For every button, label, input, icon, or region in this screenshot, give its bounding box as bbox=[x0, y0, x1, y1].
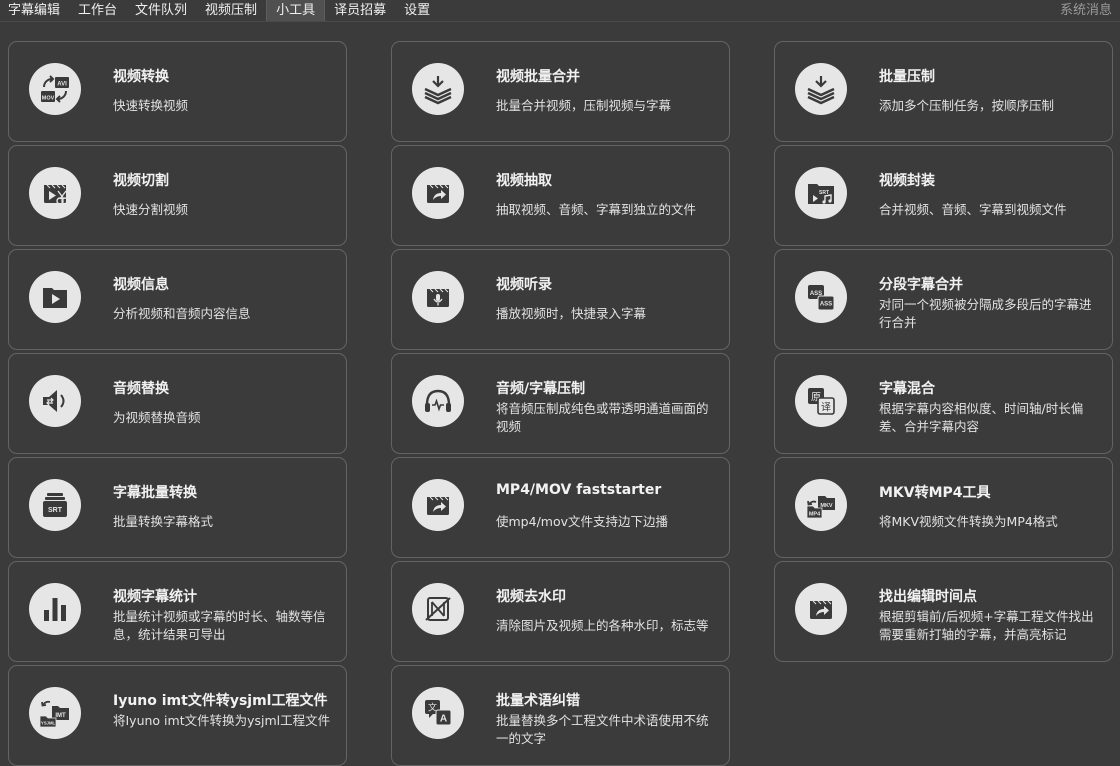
menu-item-5[interactable]: 译员招募 bbox=[325, 0, 395, 21]
tool-description: 批量统计视频或字幕的时长、轴数等信息，统计结果可导出 bbox=[113, 609, 326, 642]
tool-title: 找出编辑时间点 bbox=[879, 589, 977, 605]
tool-title: 视频字幕统计 bbox=[113, 589, 197, 605]
tool-card[interactable]: 视频听录播放视频时，快捷录入字幕 bbox=[391, 249, 730, 350]
tool-card[interactable]: 视频去水印清除图片及视频上的各种水印，标志等 bbox=[391, 561, 730, 662]
bar-chart-icon bbox=[29, 583, 81, 635]
tool-title: 视频转换 bbox=[113, 69, 169, 85]
menu-item-4[interactable]: 小工具 bbox=[266, 0, 326, 21]
tool-title: 视频切割 bbox=[113, 173, 169, 189]
tool-description: 将MKV视频文件转换为MP4格式 bbox=[879, 514, 1058, 529]
tool-card[interactable]: 批量压制添加多个压制任务，按顺序压制 bbox=[774, 41, 1113, 142]
menu-item-1[interactable]: 工作台 bbox=[69, 0, 126, 21]
tool-card[interactable]: 视频切割快速分割视频 bbox=[8, 145, 347, 246]
mkv-mp4-icon: MKV MP4 bbox=[795, 479, 847, 531]
menu-bar: 字幕编辑 工作台 文件队列 视频压制 小工具 译员招募 设置 bbox=[0, 0, 1120, 22]
svg-text:ASS: ASS bbox=[820, 302, 832, 308]
video-info-icon bbox=[29, 271, 81, 323]
tool-description: 将Iyuno imt文件转换为ysjml工程文件 bbox=[113, 713, 331, 728]
video-convert-icon: AVI MOV bbox=[29, 63, 81, 115]
tool-description: 清除图片及视频上的各种水印，标志等 bbox=[496, 618, 709, 633]
tool-card[interactable]: SRT 字幕批量转换批量转换字幕格式 bbox=[8, 457, 347, 558]
translate-mix-icon: 原 译 bbox=[795, 375, 847, 427]
tool-title: 视频封装 bbox=[879, 173, 935, 189]
video-mux-icon: SRT bbox=[795, 167, 847, 219]
tool-description: 将音频压制成纯色或带透明通道画面的视频 bbox=[496, 401, 709, 434]
watermark-remove-icon bbox=[412, 583, 464, 635]
tool-title: 视频批量合并 bbox=[496, 69, 580, 85]
tool-description: 快速转换视频 bbox=[113, 98, 189, 113]
svg-text:MOV: MOV bbox=[42, 96, 55, 102]
tool-card[interactable]: 音频/字幕压制将音频压制成纯色或带透明通道画面的视频 bbox=[391, 353, 730, 454]
speaker-swap-icon bbox=[29, 375, 81, 427]
tool-card[interactable]: MKV MP4 MKV转MP4工具将MKV视频文件转换为MP4格式 bbox=[774, 457, 1113, 558]
tool-title: 批量压制 bbox=[879, 69, 935, 85]
tool-title: 字幕混合 bbox=[879, 381, 935, 397]
tool-card[interactable]: 找出编辑时间点根据剪辑前/后视频+字幕工程文件找出需要重新打轴的字幕，并高亮标记 bbox=[774, 561, 1113, 662]
tool-description: 对同一个视频被分隔成多段后的字幕进行合并 bbox=[879, 297, 1092, 330]
svg-text:SRT: SRT bbox=[48, 507, 63, 514]
tool-card[interactable]: 视频抽取抽取视频、音频、字幕到独立的文件 bbox=[391, 145, 730, 246]
svg-text:A: A bbox=[440, 714, 447, 725]
tool-title: 音频替换 bbox=[113, 381, 169, 397]
video-share-icon bbox=[412, 167, 464, 219]
tool-title: 字幕批量转换 bbox=[113, 485, 197, 501]
tool-card[interactable]: SRT 视频封装合并视频、音频、字幕到视频文件 bbox=[774, 145, 1113, 246]
tools-grid: AVI MOV 视频转换 快速转换视频 视频批量合并 批量合并视频，压制视频与字幕 … bbox=[8, 41, 1114, 766]
system-message-link[interactable]: 系统消息 bbox=[1060, 0, 1112, 22]
translate-a-icon: 文 A bbox=[412, 687, 464, 739]
tool-card[interactable]: 视频字幕统计批量统计视频或字幕的时长、轴数等信息，统计结果可导出 bbox=[8, 561, 347, 662]
tool-description: 使mp4/mov文件支持边下边播 bbox=[496, 514, 668, 529]
svg-text:YSJML: YSJML bbox=[41, 721, 56, 726]
tool-description: 批量合并视频，压制视频与字幕 bbox=[496, 98, 672, 113]
headphones-icon bbox=[412, 375, 464, 427]
tool-card[interactable]: MP4/MOV faststarter 使mp4/mov文件支持边下边播 bbox=[391, 457, 730, 558]
menu-item-0[interactable]: 字幕编辑 bbox=[0, 0, 69, 21]
layers-download-icon bbox=[412, 63, 464, 115]
tool-title: 视频抽取 bbox=[496, 173, 552, 189]
tool-description: 批量转换字幕格式 bbox=[113, 514, 214, 529]
menu-item-2[interactable]: 文件队列 bbox=[126, 0, 196, 21]
tool-description: 抽取视频、音频、字幕到独立的文件 bbox=[496, 202, 697, 217]
svg-text:MP4: MP4 bbox=[809, 512, 821, 518]
tool-title: Iyuno imt文件转ysjml工程文件 bbox=[113, 693, 328, 709]
srt-stack-icon: SRT bbox=[29, 479, 81, 531]
tool-card[interactable]: IMT YSJML Iyuno imt文件转ysjml工程文件 将Iyuno im… bbox=[8, 665, 347, 766]
tool-description: 根据字幕内容相似度、时间轴/时长偏差、合并字幕内容 bbox=[879, 401, 1084, 434]
tool-card[interactable]: 视频批量合并批量合并视频，压制视频与字幕 bbox=[391, 41, 730, 142]
tool-card[interactable]: 文 A 批量术语纠错批量替换多个工程文件中术语使用不统一的文字 bbox=[391, 665, 730, 766]
tool-description: 根据剪辑前/后视频+字幕工程文件找出需要重新打轴的字幕，并高亮标记 bbox=[879, 609, 1094, 642]
ass-merge-icon: ASS ASS bbox=[795, 271, 847, 323]
tool-title: MP4/MOV faststarter bbox=[496, 482, 662, 498]
tool-description: 播放视频时，快捷录入字幕 bbox=[496, 306, 647, 321]
tool-card[interactable]: 原 译 字幕混合根据字幕内容相似度、时间轴/时长偏差、合并字幕内容 bbox=[774, 353, 1113, 454]
tool-title: 音频/字幕压制 bbox=[496, 381, 586, 397]
tool-card[interactable]: 视频信息分析视频和音频内容信息 bbox=[8, 249, 347, 350]
tool-title: 视频信息 bbox=[113, 277, 169, 293]
tool-description: 添加多个压制任务，按顺序压制 bbox=[879, 98, 1055, 113]
svg-text:译: 译 bbox=[821, 402, 831, 414]
tool-description: 为视频替换音频 bbox=[113, 410, 201, 425]
tool-title: 视频去水印 bbox=[496, 589, 566, 605]
video-share-icon bbox=[412, 479, 464, 531]
tool-title: 批量术语纠错 bbox=[496, 693, 580, 709]
video-mic-icon bbox=[412, 271, 464, 323]
tool-description: 合并视频、音频、字幕到视频文件 bbox=[879, 202, 1067, 217]
tool-card[interactable]: 音频替换为视频替换音频 bbox=[8, 353, 347, 454]
svg-text:AVI: AVI bbox=[57, 82, 67, 88]
imt-convert-icon: IMT YSJML bbox=[29, 687, 81, 739]
tool-description: 快速分割视频 bbox=[113, 202, 189, 217]
tool-title: 分段字幕合并 bbox=[879, 277, 963, 293]
menu-item-3[interactable]: 视频压制 bbox=[196, 0, 266, 21]
tool-description: 分析视频和音频内容信息 bbox=[113, 306, 251, 321]
menu-item-6[interactable]: 设置 bbox=[395, 0, 439, 21]
tool-description: 批量替换多个工程文件中术语使用不统一的文字 bbox=[496, 713, 709, 746]
video-share-icon bbox=[795, 583, 847, 635]
layers-download-icon bbox=[795, 63, 847, 115]
tool-card[interactable]: AVI MOV 视频转换快速转换视频 bbox=[8, 41, 347, 142]
tool-title: MKV转MP4工具 bbox=[879, 485, 991, 501]
tool-card[interactable]: ASS ASS 分段字幕合并对同一个视频被分隔成多段后的字幕进行合并 bbox=[774, 249, 1113, 350]
video-cut-icon bbox=[29, 167, 81, 219]
svg-text:IMT: IMT bbox=[55, 713, 66, 719]
tool-title: 视频听录 bbox=[496, 277, 552, 293]
